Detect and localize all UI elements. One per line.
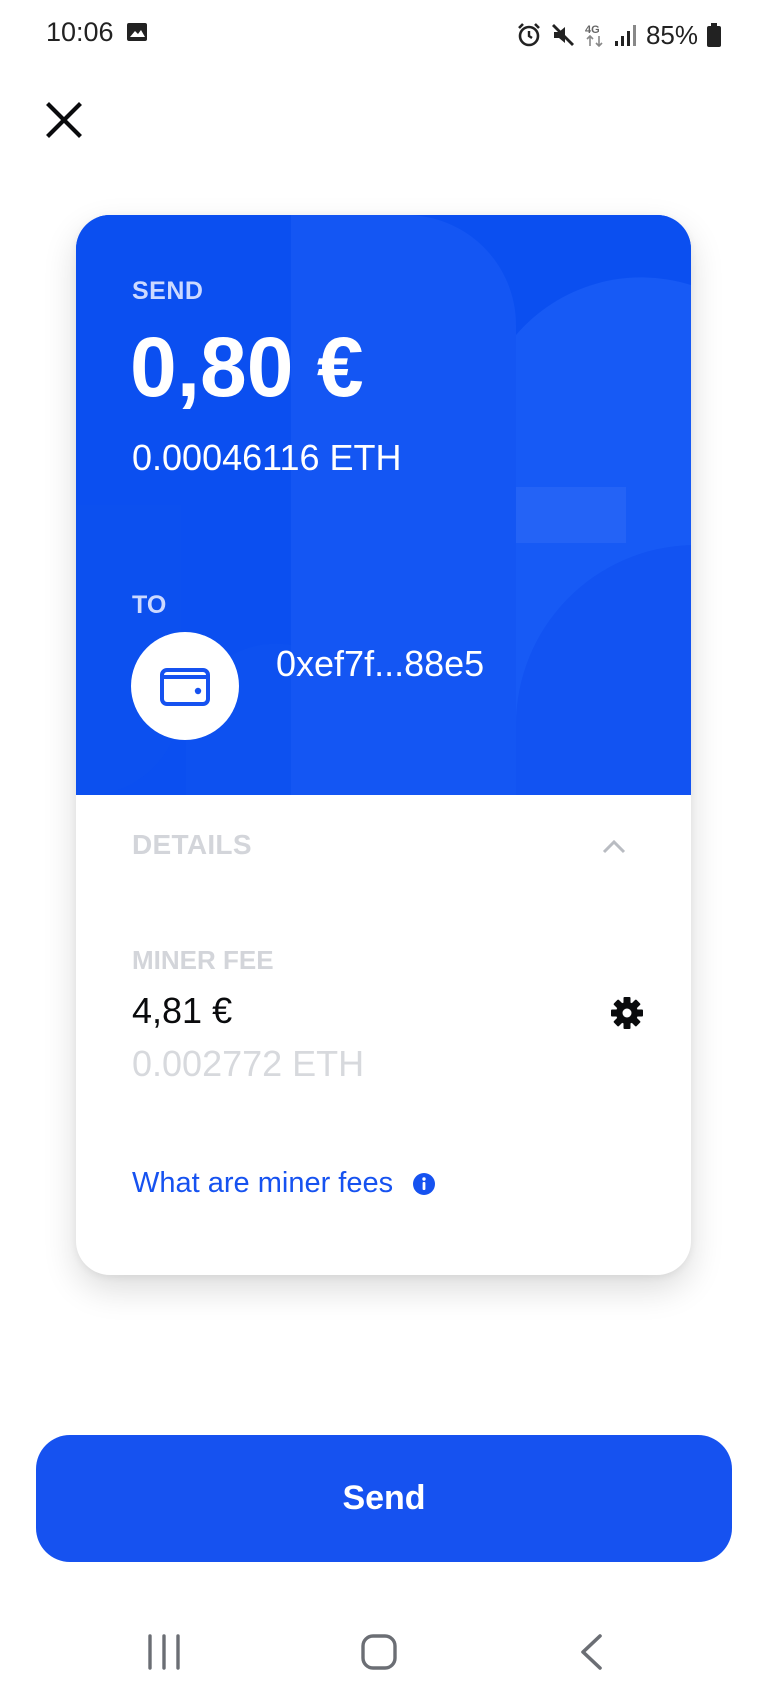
status-bar: 10:06 4G 85% — [0, 0, 768, 70]
send-summary-card: SEND 0,80 € 0.00046116 ETH TO 0xef7f...8… — [76, 215, 691, 1275]
miner-fees-info-link[interactable]: What are miner fees — [132, 1167, 393, 1200]
alarm-icon — [518, 23, 540, 47]
mute-icon — [551, 24, 574, 46]
recipient-avatar — [131, 632, 239, 740]
image-icon — [127, 23, 147, 41]
svg-text:4G: 4G — [585, 24, 600, 36]
status-icons: 4G 85% — [516, 17, 722, 53]
chevron-up-icon[interactable] — [600, 833, 628, 861]
battery-percent: 85% — [645, 19, 698, 50]
send-button[interactable]: Send — [36, 1435, 732, 1562]
info-icon[interactable] — [412, 1172, 436, 1196]
send-fiat-amount: 0,80 € — [130, 320, 364, 414]
battery-icon — [707, 23, 721, 47]
close-icon[interactable] — [42, 98, 86, 142]
send-card-header: SEND 0,80 € 0.00046116 ETH TO 0xef7f...8… — [76, 215, 691, 795]
miner-fee-label: MINER FEE — [132, 945, 274, 975]
back-icon[interactable] — [578, 1632, 604, 1672]
4g-icon: 4G — [585, 24, 603, 48]
home-icon[interactable] — [360, 1633, 398, 1671]
miner-fee-crypto: 0.002772 ETH — [132, 1043, 365, 1084]
status-time: 10:06 — [46, 17, 114, 47]
details-label: DETAILS — [132, 829, 252, 860]
to-label: TO — [132, 591, 167, 619]
recipient-address: 0xef7f...88e5 — [276, 643, 485, 684]
miner-fee-fiat: 4,81 € — [132, 990, 233, 1031]
signal-icon — [614, 25, 636, 46]
wallet-icon — [160, 668, 210, 706]
send-label: SEND — [132, 277, 204, 305]
gear-icon[interactable] — [609, 995, 645, 1031]
recents-icon[interactable] — [146, 1632, 182, 1672]
send-crypto-amount: 0.00046116 ETH — [132, 437, 402, 478]
